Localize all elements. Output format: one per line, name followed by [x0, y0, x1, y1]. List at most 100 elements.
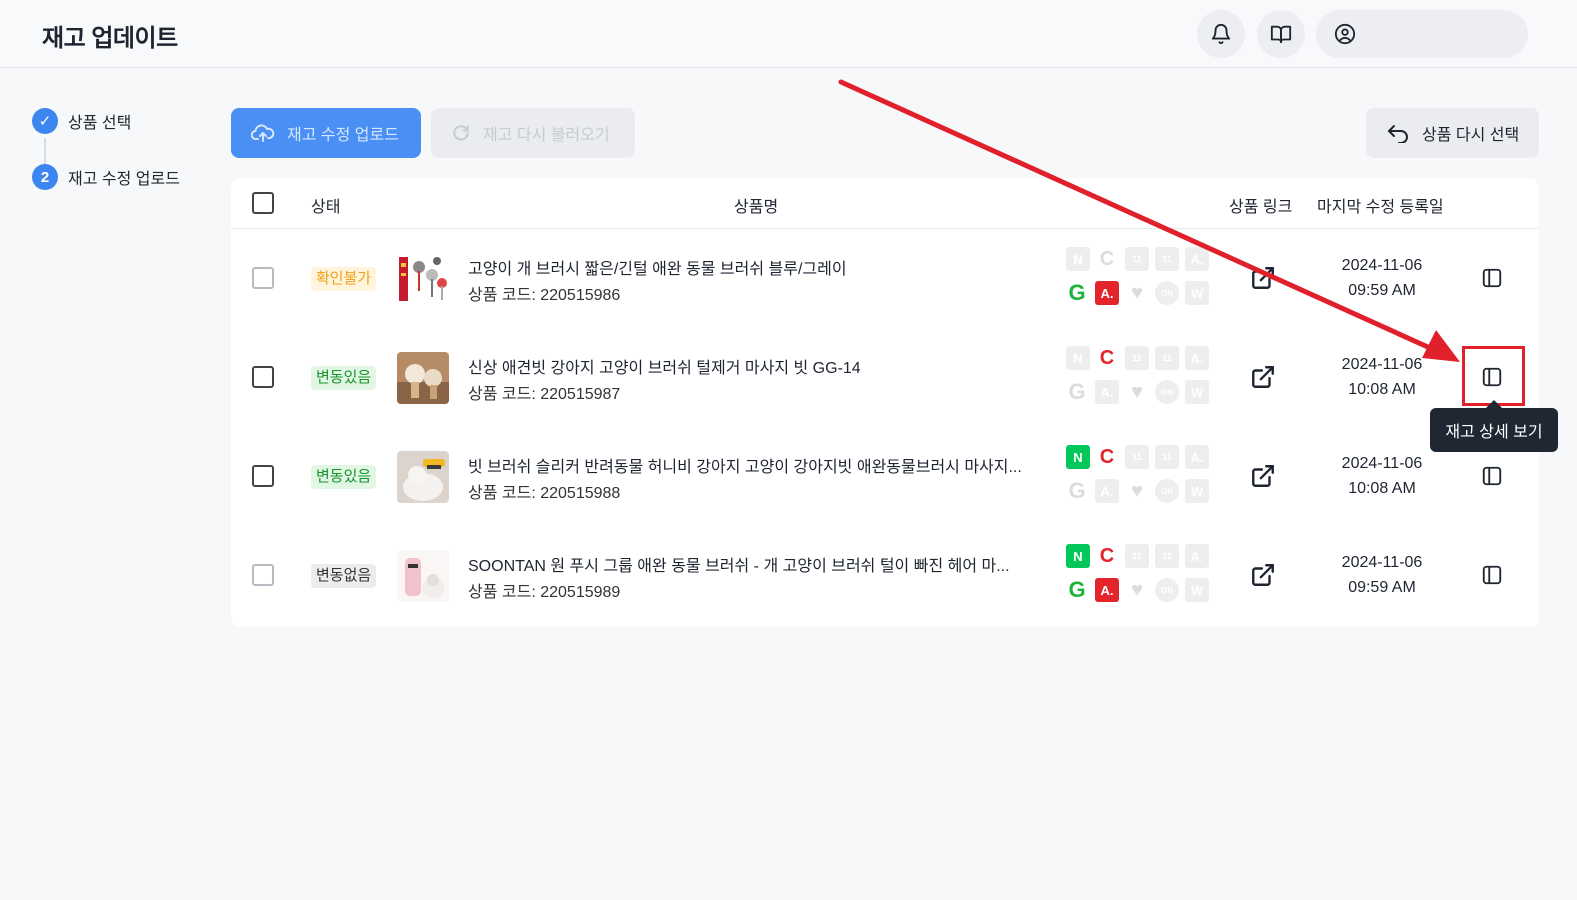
heart-market-icon: ♥ — [1131, 479, 1143, 502]
column-product-link: 상품 링크 — [1229, 199, 1293, 216]
naver-market-icon: N — [1066, 247, 1090, 271]
product-code: 상품 코드: 220515989 — [468, 578, 620, 602]
refresh-icon — [451, 123, 471, 143]
coupang-market-icon: C — [1099, 445, 1115, 468]
product-code-prefix: 상품 코드: — [468, 584, 541, 601]
product-name: SOONTAN 원 푸시 그룹 애완 동물 브러쉬 - 개 고양이 브러쉬 털이… — [468, 558, 1010, 575]
notifications-button[interactable] — [1197, 10, 1245, 58]
row-checkbox[interactable] — [252, 267, 274, 289]
external-link-icon[interactable] — [1250, 463, 1276, 489]
auction-market-icon: A. — [1185, 445, 1209, 469]
sidebar-panel-icon[interactable] — [1481, 465, 1503, 487]
sidebar-panel-icon[interactable] — [1481, 564, 1503, 586]
auction-market-icon: A. — [1095, 479, 1119, 503]
naver-market-icon: N — [1066, 544, 1090, 568]
product-thumbnail — [397, 253, 449, 305]
last-modified-time: 09:59 AM — [1348, 282, 1416, 299]
product-name: 고양이 개 브러시 짧은/긴털 애완 동물 브러쉬 블루/그레이 — [468, 261, 847, 278]
gmarket-market-icon: G — [1068, 379, 1086, 404]
step-connector — [44, 138, 46, 166]
highlight-box — [1462, 346, 1525, 406]
table-row: 변동있음 빗 브러쉬 슬리커 반려동물 허니비 강아지 고양이 강아지빗 애완동… — [231, 427, 1539, 526]
11st-global-market-icon: 11 — [1155, 247, 1179, 271]
row-checkbox[interactable] — [252, 564, 274, 586]
upload-stock-label: 재고 수정 업로드 — [287, 127, 399, 144]
user-circle-icon — [1334, 23, 1356, 45]
last-modified-time: 10:08 AM — [1348, 480, 1416, 497]
naver-market-icon: N — [1066, 346, 1090, 370]
last-modified: 2024-11-06 09:59 AM — [1311, 550, 1453, 600]
step-number: 2 — [32, 164, 58, 190]
row-checkbox[interactable] — [252, 465, 274, 487]
last-modified: 2024-11-06 10:08 AM — [1311, 352, 1453, 402]
upload-stock-button[interactable]: 재고 수정 업로드 — [231, 108, 421, 158]
select-all-checkbox[interactable] — [252, 192, 274, 214]
external-link-icon[interactable] — [1250, 562, 1276, 588]
bell-icon — [1211, 24, 1231, 45]
step-label: 상품 선택 — [68, 115, 132, 132]
11st-market-icon: 11 — [1125, 445, 1149, 469]
profile-menu[interactable] — [1316, 10, 1528, 58]
status-badge: 변동있음 — [311, 366, 377, 390]
last-modified: 2024-11-06 09:59 AM — [1311, 253, 1453, 303]
11st-global-market-icon: 11 — [1155, 445, 1179, 469]
step-select-products: ✓ 상품 선택 — [32, 108, 131, 134]
11st-market-icon: 11 — [1125, 346, 1149, 370]
auction-market-icon: A. — [1185, 346, 1209, 370]
row-checkbox[interactable] — [252, 366, 274, 388]
wemakeprice-market-icon: W — [1185, 380, 1209, 404]
auction-market-icon: A. — [1185, 247, 1209, 271]
table-row: 변동있음 신상 애견빗 강아지 고양이 브러쉬 털제거 마사지 빗 GG-14 … — [231, 328, 1539, 427]
lotteon-market-icon: ON — [1155, 578, 1179, 602]
top-header: 재고 업데이트 — [0, 0, 1577, 68]
11st-global-market-icon: 11 — [1155, 544, 1179, 568]
product-code-value: 220515988 — [540, 485, 621, 502]
coupang-market-icon: C — [1099, 346, 1115, 369]
wemakeprice-market-icon: W — [1185, 578, 1209, 602]
gmarket-market-icon: G — [1068, 478, 1086, 503]
product-code-prefix: 상품 코드: — [468, 386, 541, 403]
last-modified-date: 2024-11-06 — [1341, 356, 1423, 373]
lotteon-market-icon: ON — [1155, 281, 1179, 305]
step-upload: 2 재고 수정 업로드 — [32, 164, 180, 190]
11st-global-market-icon: 11 — [1155, 346, 1179, 370]
naver-market-icon: N — [1066, 445, 1090, 469]
undo-arrow-icon — [1386, 123, 1410, 143]
last-modified-date: 2024-11-06 — [1341, 455, 1423, 472]
guide-button[interactable] — [1257, 10, 1305, 58]
auction-market-icon: A. — [1185, 544, 1209, 568]
auction-market-icon: A. — [1095, 380, 1119, 404]
column-product-name: 상품명 — [734, 199, 779, 216]
last-modified-time: 09:59 AM — [1348, 579, 1416, 596]
auction-market-icon: A. — [1095, 281, 1119, 305]
page-title: 재고 업데이트 — [42, 25, 178, 52]
product-name: 빗 브러쉬 슬리커 반려동물 허니비 강아지 고양이 강아지빗 애완동물브러시 … — [468, 459, 1022, 476]
11st-market-icon: 11 — [1125, 544, 1149, 568]
reload-stock-button[interactable]: 재고 다시 불러오기 — [431, 108, 635, 158]
status-badge: 확인불가 — [311, 267, 377, 291]
last-modified-time: 10:08 AM — [1348, 381, 1416, 398]
product-code-value: 220515987 — [540, 386, 621, 403]
sidebar-panel-icon[interactable] — [1481, 267, 1503, 289]
external-link-icon[interactable] — [1250, 364, 1276, 390]
gmarket-market-icon: G — [1068, 577, 1086, 602]
heart-market-icon: ♥ — [1131, 281, 1143, 304]
last-modified: 2024-11-06 10:08 AM — [1311, 451, 1453, 501]
heart-market-icon: ♥ — [1131, 380, 1143, 403]
step-label: 재고 수정 업로드 — [68, 171, 180, 188]
reselect-products-button[interactable]: 상품 다시 선택 — [1366, 108, 1539, 158]
product-thumbnail — [397, 352, 449, 404]
column-status: 상태 — [311, 199, 341, 216]
coupang-market-icon: C — [1099, 544, 1115, 567]
product-code: 상품 코드: 220515986 — [468, 281, 620, 305]
product-code: 상품 코드: 220515987 — [468, 380, 620, 404]
product-name: 신상 애견빗 강아지 고양이 브러쉬 털제거 마사지 빗 GG-14 — [468, 360, 861, 377]
tooltip: 재고 상세 보기 — [1430, 400, 1558, 452]
external-link-icon[interactable] — [1250, 265, 1276, 291]
table-header: 상태 상품명 상품 링크 마지막 수정 등록일 — [231, 178, 1539, 229]
heart-market-icon: ♥ — [1131, 578, 1143, 601]
product-code-prefix: 상품 코드: — [468, 287, 541, 304]
product-thumbnail — [397, 451, 449, 503]
product-code-prefix: 상품 코드: — [468, 485, 541, 502]
product-code-value: 220515989 — [540, 584, 621, 601]
